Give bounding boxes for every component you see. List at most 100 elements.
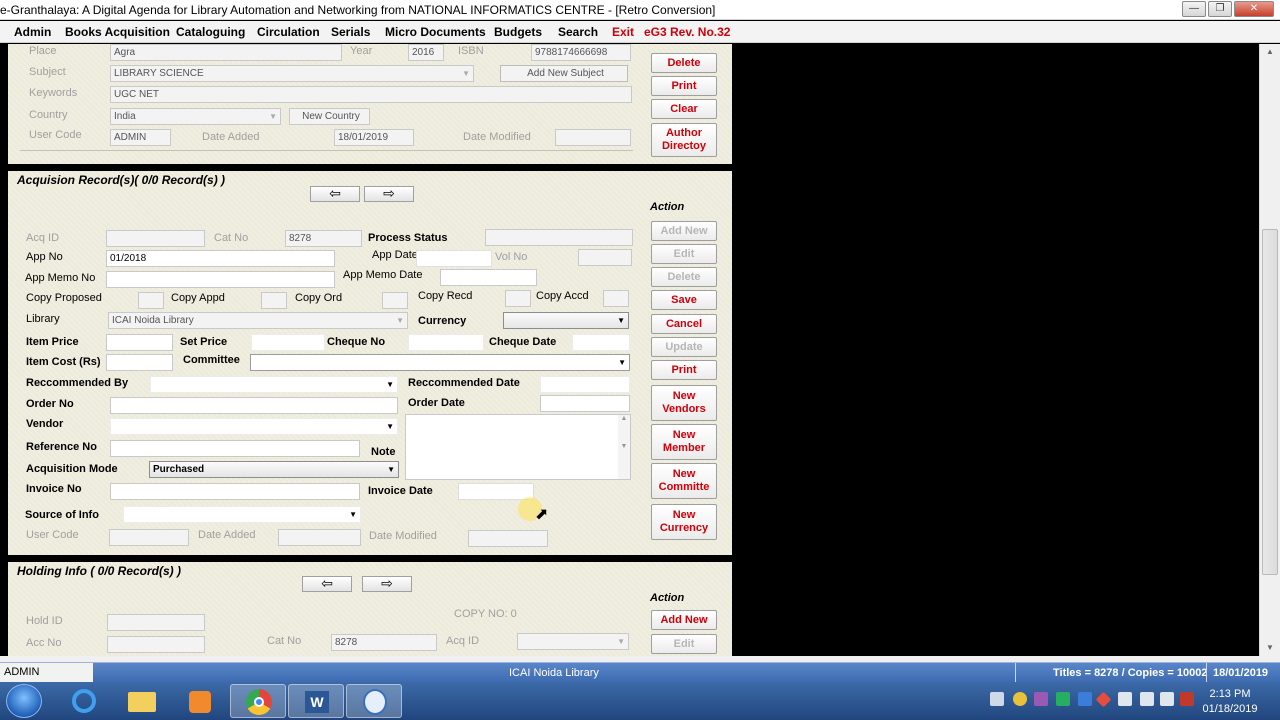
note-textarea[interactable]: ▲ ▼: [405, 414, 631, 480]
tray-app-icon[interactable]: [1180, 692, 1194, 706]
order-date-field[interactable]: [540, 395, 630, 412]
order-no-field[interactable]: [110, 397, 398, 414]
committee-select[interactable]: ▼: [250, 354, 630, 371]
acq-save-button[interactable]: Save: [651, 290, 717, 310]
tray-app-icon[interactable]: [1013, 692, 1027, 706]
start-button[interactable]: [6, 684, 42, 718]
user-code-field[interactable]: ADMIN: [110, 129, 171, 146]
author-directory-button[interactable]: Author Directoy: [651, 123, 717, 157]
acq-id-field[interactable]: [106, 230, 205, 247]
note-scrollbar[interactable]: ▲ ▼: [618, 415, 630, 479]
media-player-icon[interactable]: [172, 684, 228, 718]
vol-no-field[interactable]: [578, 249, 632, 266]
library-select[interactable]: ICAI Noida Library ▼: [108, 312, 408, 329]
delete-button[interactable]: Delete: [651, 53, 717, 73]
place-field[interactable]: Agra: [110, 44, 342, 61]
print-button[interactable]: Print: [651, 76, 717, 96]
app-memo-date-field[interactable]: [440, 269, 537, 286]
recommended-date-field[interactable]: [540, 376, 630, 393]
acq-edit-button[interactable]: Edit: [651, 244, 717, 264]
holding-next-arrow-icon[interactable]: ⇨: [362, 576, 412, 592]
subject-select[interactable]: LIBRARY SCIENCE ▼: [110, 65, 474, 82]
close-button[interactable]: ✕: [1234, 1, 1274, 17]
menu-books-acquisition[interactable]: Books Acquisition: [65, 25, 170, 39]
restore-button[interactable]: ❐: [1208, 1, 1232, 17]
country-select[interactable]: India ▼: [110, 108, 281, 125]
add-new-subject-button[interactable]: Add New Subject: [500, 65, 628, 82]
acq-cancel-button[interactable]: Cancel: [651, 314, 717, 334]
invoice-date-field[interactable]: [458, 483, 534, 500]
app-date-field[interactable]: [416, 250, 492, 267]
menu-admin[interactable]: Admin: [14, 25, 51, 39]
menu-search[interactable]: Search: [558, 25, 598, 39]
new-committe-button[interactable]: New Committe: [651, 463, 717, 499]
acc-no-field[interactable]: [107, 636, 205, 653]
reference-no-field[interactable]: [110, 440, 360, 457]
recommended-by-select[interactable]: ▼: [150, 376, 398, 393]
copy-proposed-field[interactable]: [138, 292, 164, 309]
source-of-info-select[interactable]: ▼: [123, 506, 361, 523]
holding-cat-no-field[interactable]: 8278: [331, 634, 437, 651]
tray-app-icon[interactable]: [1056, 692, 1070, 706]
scroll-down-arrow-icon[interactable]: ▼: [1260, 640, 1280, 656]
minimize-button[interactable]: —: [1182, 1, 1206, 17]
hold-id-field[interactable]: [107, 614, 205, 631]
holding-acq-id-select[interactable]: ▼: [517, 633, 629, 650]
copy-ord-field[interactable]: [382, 292, 408, 309]
process-status-field[interactable]: [485, 229, 633, 246]
copy-appd-field[interactable]: [261, 292, 287, 309]
invoice-no-field[interactable]: [110, 483, 360, 500]
menu-exit[interactable]: Exit: [612, 25, 634, 39]
tray-volume-icon[interactable]: [1160, 692, 1174, 706]
main-scrollbar[interactable]: ▲ ▼: [1259, 44, 1280, 656]
new-member-button[interactable]: New Member: [651, 424, 717, 460]
new-currency-button[interactable]: New Currency: [651, 504, 717, 540]
menu-circulation[interactable]: Circulation: [257, 25, 320, 39]
item-price-field[interactable]: [106, 334, 173, 351]
app-memo-no-field[interactable]: [106, 271, 335, 288]
word-icon[interactable]: W: [288, 684, 344, 718]
menu-budgets[interactable]: Budgets: [494, 25, 542, 39]
date-added-field[interactable]: 18/01/2019: [334, 129, 414, 146]
vendor-select[interactable]: ▼: [110, 418, 398, 435]
e-granthalaya-icon[interactable]: [346, 684, 402, 718]
item-cost-field[interactable]: [106, 354, 173, 371]
currency-select[interactable]: ▼: [503, 312, 629, 329]
year-field[interactable]: 2016: [408, 44, 444, 61]
menu-cataloguing[interactable]: Cataloguing: [176, 25, 245, 39]
system-clock[interactable]: 2:13 PM 01/18/2019: [1195, 687, 1265, 717]
acquisition-mode-select[interactable]: Purchased ▼: [149, 461, 399, 478]
set-price-field[interactable]: [251, 334, 325, 351]
keywords-field[interactable]: UGC NET: [110, 86, 632, 103]
tray-network-icon[interactable]: [1140, 692, 1154, 706]
menu-micro-documents[interactable]: Micro Documents: [385, 25, 486, 39]
date-modified-field[interactable]: [555, 129, 631, 146]
cheque-no-field[interactable]: [408, 334, 484, 351]
app-no-field[interactable]: 01/2018: [106, 250, 335, 267]
copy-accd-field[interactable]: [603, 290, 629, 307]
tray-monitor-icon[interactable]: [990, 692, 1004, 706]
holding-previous-arrow-icon[interactable]: ⇦: [302, 576, 352, 592]
acq-add-new-button[interactable]: Add New: [651, 221, 717, 241]
acq-update-button[interactable]: Update: [651, 337, 717, 357]
acq-date-added-field[interactable]: [278, 529, 361, 546]
menu-serials[interactable]: Serials: [331, 25, 370, 39]
tray-app-icon[interactable]: [1095, 691, 1112, 708]
acq-delete-button[interactable]: Delete: [651, 267, 717, 287]
tray-flag-icon[interactable]: [1118, 692, 1132, 706]
holding-edit-button[interactable]: Edit: [651, 634, 717, 654]
tray-app-icon[interactable]: [1034, 692, 1048, 706]
next-record-arrow-icon[interactable]: ⇨: [364, 186, 414, 202]
scroll-thumb[interactable]: [1262, 229, 1278, 575]
clear-button[interactable]: Clear: [651, 99, 717, 119]
scroll-up-arrow-icon[interactable]: ▲: [1260, 44, 1280, 60]
cat-no-field[interactable]: 8278: [285, 230, 362, 247]
holding-add-new-button[interactable]: Add New: [651, 610, 717, 630]
acq-print-button[interactable]: Print: [651, 360, 717, 380]
tray-app-icon[interactable]: [1078, 692, 1092, 706]
chrome-icon[interactable]: [230, 684, 286, 718]
isbn-field[interactable]: 9788174666698: [531, 44, 631, 61]
cheque-date-field[interactable]: [572, 334, 630, 351]
previous-record-arrow-icon[interactable]: ⇦: [310, 186, 360, 202]
new-vendors-button[interactable]: New Vendors: [651, 385, 717, 421]
